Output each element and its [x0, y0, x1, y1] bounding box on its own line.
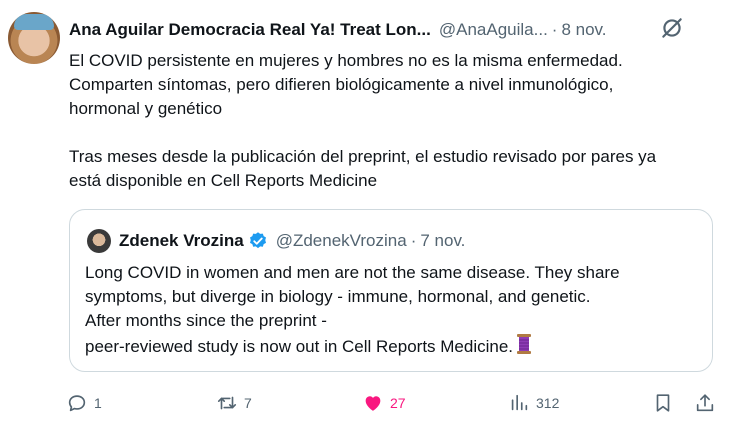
quote-text-line: peer-reviewed study is now out in Cell R…	[85, 337, 514, 356]
share-icon	[696, 394, 714, 412]
grok-slash-icon[interactable]	[659, 15, 685, 41]
retweet-count: 7	[244, 395, 252, 411]
reply-icon	[68, 395, 86, 412]
bookmark-button[interactable]	[652, 390, 674, 416]
avatar-cap	[14, 14, 54, 30]
like-button[interactable]: 27	[362, 390, 406, 416]
quote-header: Zdenek Vrozina @ZdenekVrozina · 7 nov.	[119, 230, 465, 252]
quote-date[interactable]: 7 nov.	[420, 231, 465, 251]
share-button[interactable]	[694, 390, 716, 416]
author-handle[interactable]: @AnaAguila...	[439, 20, 548, 40]
quote-author-name[interactable]: Zdenek Vrozina	[119, 231, 244, 251]
quote-author-avatar[interactable]	[87, 229, 111, 253]
tweet-text-line: hormonal y genético	[69, 99, 223, 118]
retweet-button[interactable]: 7	[216, 390, 252, 416]
tweet-text-line: Comparten síntomas, pero difieren biológ…	[69, 75, 614, 94]
like-count: 27	[390, 395, 406, 411]
bookmark-icon	[656, 394, 670, 412]
tweet-text-line: Tras meses desde la publicación del prep…	[69, 147, 657, 166]
header-separator: ·	[551, 20, 558, 39]
quote-text-line: symptoms, but diverge in biology - immun…	[85, 287, 591, 306]
quote-text-line: After months since the preprint -	[85, 311, 327, 330]
retweet-icon	[217, 396, 237, 410]
tweet-header: Ana Aguilar Democracia Real Ya! Treat Lo…	[69, 18, 709, 42]
thread-spool-emoji	[517, 334, 532, 354]
reply-button[interactable]: 1	[66, 390, 102, 416]
views-icon	[511, 394, 528, 411]
tweet-date[interactable]: 8 nov.	[561, 20, 606, 40]
quoted-tweet[interactable]: Zdenek Vrozina @ZdenekVrozina · 7 nov. L…	[69, 209, 713, 372]
author-name[interactable]: Ana Aguilar Democracia Real Ya! Treat Lo…	[69, 20, 431, 40]
tweet-text-line: El COVID persistente en mujeres y hombre…	[69, 51, 623, 70]
views-button[interactable]: 312	[508, 390, 559, 416]
quote-text: Long COVID in women and men are not the …	[85, 261, 695, 359]
heart-icon	[365, 396, 381, 411]
reply-count: 1	[94, 395, 102, 411]
author-avatar[interactable]	[8, 12, 60, 64]
views-count: 312	[536, 395, 560, 411]
verified-badge-icon	[249, 232, 266, 249]
action-bar: 1 7 27 312	[66, 390, 720, 416]
quote-text-line: Long COVID in women and men are not the …	[85, 263, 620, 282]
tweet-text: El COVID persistente en mujeres y hombre…	[69, 49, 719, 193]
quote-header-separator: ·	[410, 231, 417, 250]
quote-author-handle[interactable]: @ZdenekVrozina	[276, 231, 407, 251]
tweet-text-line: está disponible en Cell Reports Medicine	[69, 171, 378, 190]
quote-text-line-last: peer-reviewed study is now out in Cell R…	[85, 333, 695, 359]
